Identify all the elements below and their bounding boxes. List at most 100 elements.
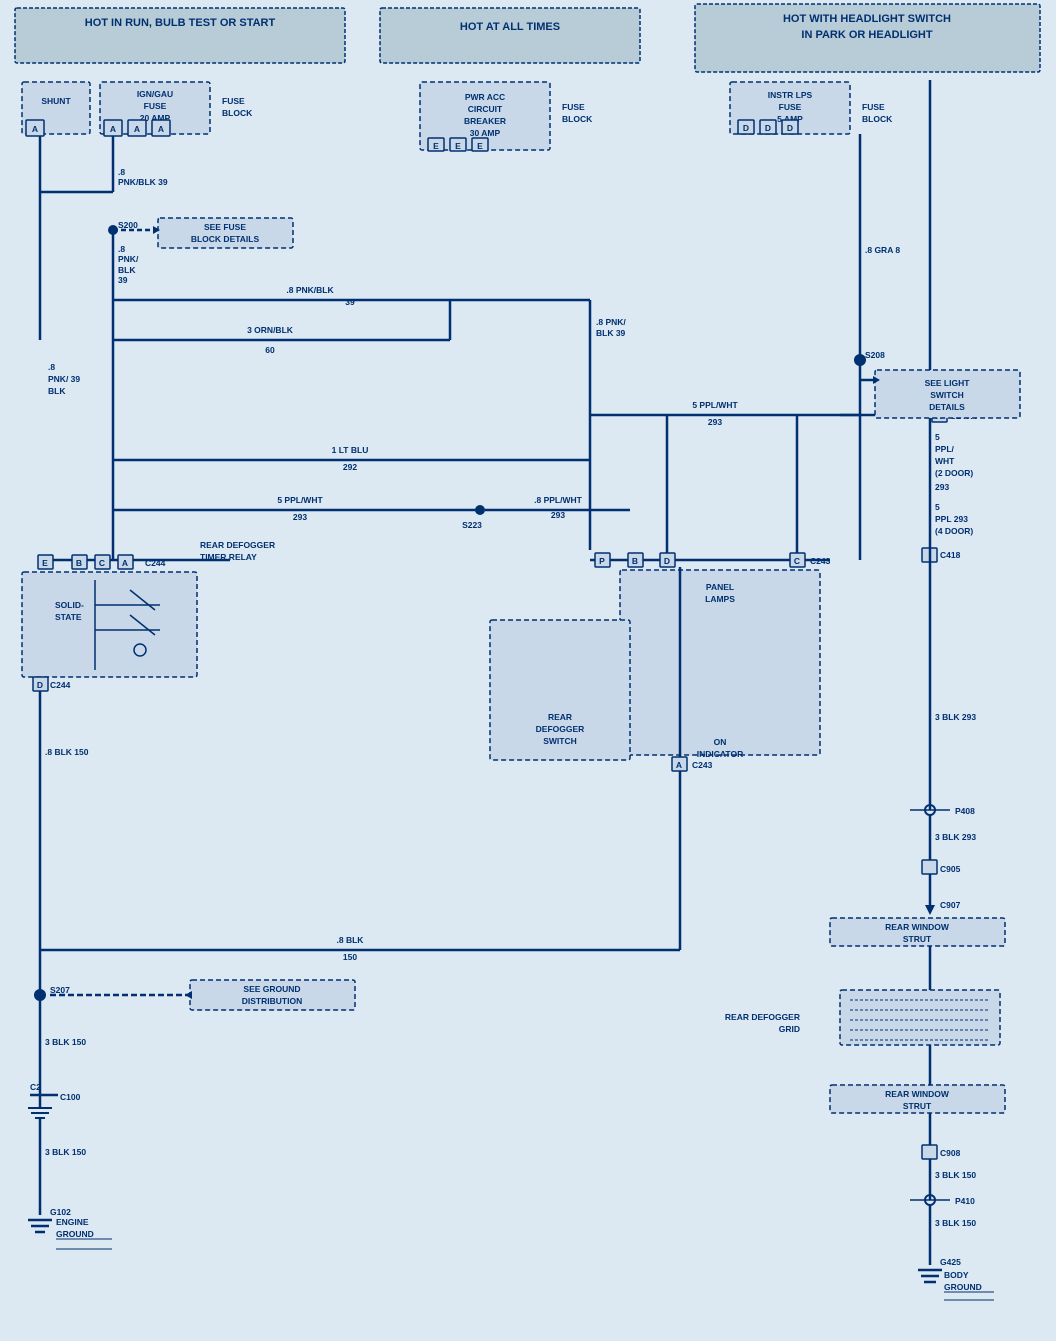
c243-p: P — [599, 556, 605, 566]
solid-state-2: STATE — [55, 612, 82, 622]
ppl-wht-5-2: PPL/ — [935, 444, 955, 454]
c244-e: E — [42, 558, 48, 568]
see-fuse-block-2: BLOCK DETAILS — [191, 234, 260, 244]
body-ground-label1: BODY — [944, 1270, 969, 1280]
fuse-block-2-label1: FUSE — [562, 102, 585, 112]
pwr-acc-label2: CIRCUIT — [468, 104, 503, 114]
wire-3blk-150-2: 3 BLK 150 — [45, 1147, 86, 1157]
ppl-wht-5-4: (2 DOOR) — [935, 468, 973, 478]
c418-label: C418 — [940, 550, 961, 560]
rear-defog-relay-2: TIMER RELAY — [200, 552, 257, 562]
wire-pnk-blk-right1: .8 PNK/ — [596, 317, 626, 327]
fuse-block-1-label1: FUSE — [222, 96, 245, 106]
terminal-a2: A — [110, 124, 116, 134]
c244-a: A — [122, 558, 128, 568]
wire-ppl-wht-s223: .8 PPL/WHT — [534, 495, 583, 505]
s207-label: S207 — [50, 985, 70, 995]
c243-label: C243 — [810, 556, 831, 566]
wire-pnk-blk-right2: BLK 39 — [596, 328, 626, 338]
c244-d: D — [37, 680, 43, 690]
instr-lps-label2: FUSE — [779, 102, 802, 112]
header-left-line1: HOT IN RUN, BULB TEST OR START — [85, 17, 276, 29]
terminal-a4: A — [158, 124, 164, 134]
wire-orn-blk-label: 3 ORN/BLK — [247, 325, 294, 335]
p408-label: P408 — [955, 806, 975, 816]
instr-lps-label1: INSTR LPS — [768, 90, 813, 100]
rear-defog-grid-2: GRID — [779, 1024, 800, 1034]
wire-ppl-wht-293-2: 293 — [551, 510, 565, 520]
ppl-5door-2: PPL 293 — [935, 514, 968, 524]
see-light-switch-2: SWITCH — [930, 390, 964, 400]
wire-pnk-blk-39: 39 — [345, 297, 355, 307]
wire-3blk-293-2: 3 BLK 293 — [935, 832, 976, 842]
wire-3blk-293-1: 3 BLK 293 — [935, 712, 976, 722]
terminal-e1: E — [433, 141, 439, 151]
ign-fuse-label1: IGN/GAU — [137, 89, 173, 99]
wire-ppl-wht-293-1: 293 — [293, 512, 307, 522]
s200-label: S200 — [118, 220, 138, 230]
panel-lamps-2: LAMPS — [705, 594, 735, 604]
c908-label: C908 — [940, 1148, 961, 1158]
wire-3blk-150-right2: 3 BLK 150 — [935, 1218, 976, 1228]
c2-label: C2 — [30, 1082, 41, 1092]
pwr-acc-label3: BREAKER — [464, 116, 506, 126]
terminal-e3: E — [477, 141, 483, 151]
terminal-a1: A — [32, 124, 38, 134]
ppl-293-5: 293 — [935, 482, 949, 492]
wire-lt-blu-label: 1 LT BLU — [332, 445, 369, 455]
rear-defog-switch-1: REAR — [548, 712, 572, 722]
terminal-d2: D — [765, 123, 771, 133]
c907-label: C907 — [940, 900, 961, 910]
s223-dot — [475, 505, 485, 515]
g102-label: G102 — [50, 1207, 71, 1217]
wire-pnk-blk-3: .8 — [118, 244, 125, 254]
ppl-5door-1: 5 — [935, 502, 940, 512]
terminal-d1: D — [743, 123, 749, 133]
wire-blk-150-150: 150 — [343, 952, 357, 962]
wire-blk-150-1: .8 BLK 150 — [45, 747, 89, 757]
c244-label: C244 — [145, 558, 166, 568]
pwr-acc-label4: 30 AMP — [470, 128, 501, 138]
wire-pnk-blk-2: PNK/BLK 39 — [118, 177, 168, 187]
s208-label: S208 — [865, 350, 885, 360]
rear-defog-relay-1: REAR DEFOGGER — [200, 540, 275, 550]
see-light-switch-3: DETAILS — [929, 402, 965, 412]
wire-pnk-blk-left1: .8 — [48, 362, 55, 372]
wire-3blk-150-1: 3 BLK 150 — [45, 1037, 86, 1047]
rear-window-strut-1b: STRUT — [903, 934, 932, 944]
header-center: HOT AT ALL TIMES — [460, 21, 560, 33]
wire-pnk-blk-horiz: .8 PNK/BLK — [286, 285, 334, 295]
terminal-e2: E — [455, 141, 461, 151]
rear-window-strut-1: REAR WINDOW — [885, 922, 950, 932]
see-ground-2: DISTRIBUTION — [242, 996, 302, 1006]
wire-ppl-wht-left: 5 PPL/WHT — [277, 495, 323, 505]
see-ground-1: SEE GROUND — [243, 984, 300, 994]
rear-defog-grid-1: REAR DEFOGGER — [725, 1012, 800, 1022]
wire-pnk-blk-5: BLK — [118, 265, 136, 275]
c243-a-connector: C243 — [692, 760, 713, 770]
terminal-d3: D — [787, 123, 793, 133]
p410-label: P410 — [955, 1196, 975, 1206]
rear-defog-switch-2: DEFOGGER — [536, 724, 585, 734]
wire-gra-8: .8 GRA 8 — [865, 245, 900, 255]
c244-d-label: C244 — [50, 680, 71, 690]
c243-a-label: A — [676, 760, 682, 770]
ign-fuse-label2: FUSE — [144, 101, 167, 111]
pwr-acc-label1: PWR ACC — [465, 92, 505, 102]
wire-orn-blk-60: 60 — [265, 345, 275, 355]
wire-3blk-150-right: 3 BLK 150 — [935, 1170, 976, 1180]
c905-label: C905 — [940, 864, 961, 874]
s223-label: S223 — [462, 520, 482, 530]
on-indicator-2: INDICATOR — [697, 749, 743, 759]
wire-blk-150-horiz: .8 BLK — [337, 935, 365, 945]
c100-label: C100 — [60, 1092, 81, 1102]
engine-ground-label1: ENGINE — [56, 1217, 89, 1227]
wire-5ppl-wht: 5 PPL/WHT — [692, 400, 738, 410]
rear-window-strut-2b: STRUT — [903, 1101, 932, 1111]
see-light-switch-1: SEE LIGHT — [925, 378, 971, 388]
fuse-block-3-label2: BLOCK — [862, 114, 893, 124]
on-indicator-1: ON — [714, 737, 727, 747]
wire-pnk-blk-1: .8 — [118, 167, 125, 177]
rear-window-strut-2: REAR WINDOW — [885, 1089, 950, 1099]
fuse-block-3-label1: FUSE — [862, 102, 885, 112]
